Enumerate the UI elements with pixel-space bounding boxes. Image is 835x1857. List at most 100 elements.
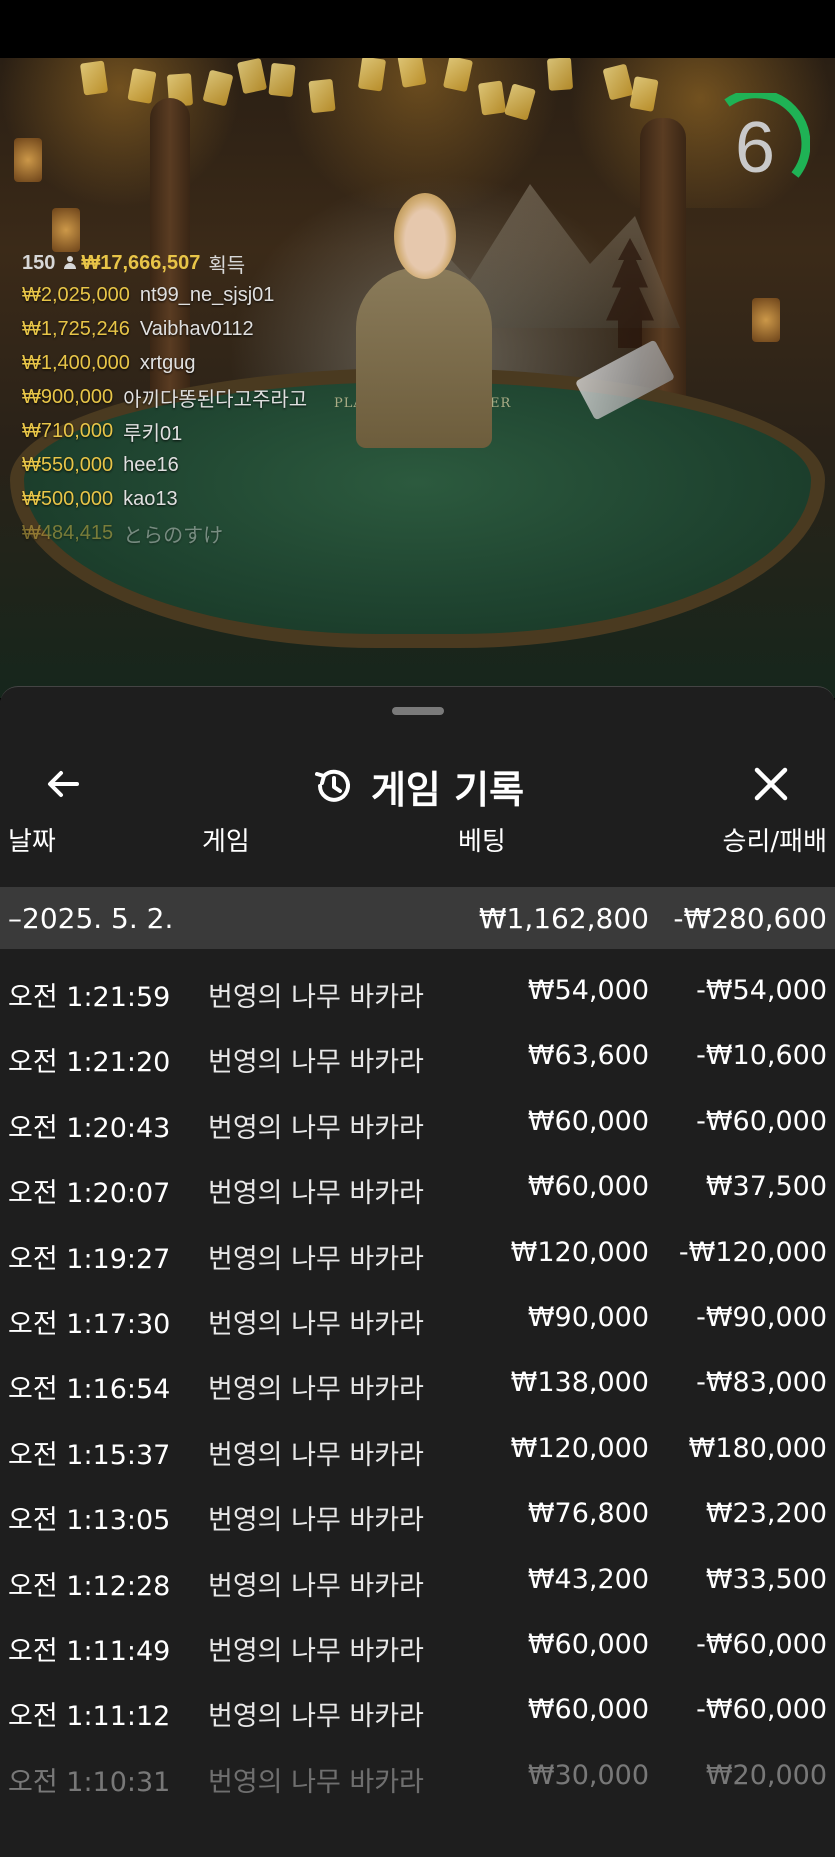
winner-amount: ₩1,400,000 <box>22 351 130 374</box>
winner-nick: Vaibhav0112 <box>139 317 254 340</box>
row-bet: ₩60,000 <box>527 1105 649 1137</box>
winner-nick: kao13 <box>123 487 178 510</box>
winner-row: ₩1,725,246 Vaibhav0112 <box>22 312 422 346</box>
gold-card-decoration <box>308 78 336 114</box>
history-row[interactable]: 오전 1:20:43 번영의 나무 바카라 ₩60,000 -₩60,000 <box>0 1088 835 1153</box>
row-result: -₩54,000 <box>696 975 827 1006</box>
row-time: 오전 1:20:07 <box>8 1178 171 1210</box>
row-bet: ₩120,000 <box>510 1236 649 1268</box>
winner-count: 150 <box>22 251 56 274</box>
row-result: -₩60,000 <box>696 1105 827 1137</box>
row-time: 오전 1:21:20 <box>8 1047 171 1079</box>
history-icon <box>314 769 350 802</box>
winner-nick: とらのすけ <box>123 524 224 547</box>
row-game: 번영의 나무 바카라 <box>208 1439 424 1471</box>
column-header-date: 날짜 <box>8 827 56 857</box>
winners-total: ₩17,666,507 <box>81 251 201 274</box>
row-bet: ₩120,000 <box>510 1432 649 1464</box>
winner-row: ₩900,000 아끼다똥된다고주라고 <box>22 380 422 414</box>
gold-card-decoration <box>268 62 296 98</box>
row-bet: ₩60,000 <box>527 1694 649 1726</box>
winner-row: ₩550,000 hee16 <box>22 448 422 482</box>
row-game: 번영의 나무 바카라 <box>208 1766 424 1798</box>
history-row[interactable]: 오전 1:19:27 번영의 나무 바카라 ₩120,000 -₩120,000 <box>0 1219 835 1284</box>
column-header-result: 승리/패배 <box>722 827 827 857</box>
row-time: 오전 1:13:05 <box>8 1505 171 1537</box>
countdown-timer: 6 <box>700 89 811 203</box>
winner-nick: 아끼다똥된다고주라고 <box>123 388 308 411</box>
row-time: 오전 1:10:31 <box>8 1766 171 1798</box>
row-game: 번영의 나무 바카라 <box>208 1505 424 1537</box>
status-bar <box>0 0 835 58</box>
date-group-row[interactable]: –2025. 5. 2. ₩1,162,800 -₩280,600 <box>0 887 835 949</box>
column-header-bet: 베팅 <box>458 827 506 857</box>
row-result: ₩33,500 <box>705 1563 827 1595</box>
winner-nick: nt99_ne_sjsj01 <box>139 283 275 306</box>
history-row[interactable]: 오전 1:13:05 번영의 나무 바카라 ₩76,800 ₩23,200 <box>0 1480 835 1545</box>
row-game: 번영의 나무 바카라 <box>208 1308 424 1340</box>
row-time: 오전 1:12:28 <box>8 1570 171 1602</box>
row-bet: ₩76,800 <box>527 1498 649 1530</box>
winner-row: ₩2,025,000 nt99_ne_sjsj01 <box>22 278 422 312</box>
row-result: -₩90,000 <box>696 1301 827 1333</box>
row-result: ₩23,200 <box>705 1498 827 1530</box>
lantern <box>52 208 80 252</box>
row-game: 번영의 나무 바카라 <box>208 1243 424 1275</box>
history-row[interactable]: 오전 1:21:20 번영의 나무 바카라 ₩63,600 -₩10,600 <box>0 1022 835 1087</box>
row-bet: ₩90,000 <box>527 1301 649 1333</box>
timer-value: 6 <box>734 108 776 188</box>
person-icon <box>63 256 77 270</box>
group-bet-total: ₩1,162,800 <box>478 902 649 935</box>
close-icon <box>754 767 788 801</box>
winner-nick: xrtgug <box>139 351 196 374</box>
drag-handle[interactable] <box>392 707 444 715</box>
row-bet: ₩60,000 <box>527 1171 649 1203</box>
row-bet: ₩54,000 <box>527 975 649 1006</box>
won-label: 획득 <box>208 254 246 277</box>
row-time: 오전 1:19:27 <box>8 1243 171 1275</box>
row-result: -₩10,600 <box>696 1040 827 1072</box>
winner-nick: 루키01 <box>123 422 183 445</box>
winner-amount: ₩900,000 <box>22 385 114 408</box>
close-button[interactable] <box>746 759 796 809</box>
row-time: 오전 1:17:30 <box>8 1308 171 1340</box>
winner-amount: ₩2,025,000 <box>22 283 130 306</box>
history-row[interactable]: 오전 1:10:31 번영의 나무 바카라 ₩30,000 ₩20,000 <box>0 1742 835 1807</box>
row-result: ₩180,000 <box>688 1432 827 1464</box>
row-game: 번영의 나무 바카라 <box>208 1635 424 1667</box>
row-time: 오전 1:20:43 <box>8 1112 171 1144</box>
row-bet: ₩43,200 <box>527 1563 649 1595</box>
winner-row: ₩500,000 kao13 <box>22 482 422 516</box>
row-game: 번영의 나무 바카라 <box>208 1570 424 1602</box>
row-time: 오전 1:15:37 <box>8 1439 171 1471</box>
column-headers: 날짜 게임 베팅 승리/패배 <box>0 807 835 867</box>
history-row[interactable]: 오전 1:21:59 번영의 나무 바카라 ₩54,000 -₩54,000 <box>0 957 835 1022</box>
history-row[interactable]: 오전 1:11:49 번영의 나무 바카라 ₩60,000 -₩60,000 <box>0 1611 835 1676</box>
row-game: 번영의 나무 바카라 <box>208 1374 424 1406</box>
winner-row: ₩1,400,000 xrtgug <box>22 346 422 380</box>
row-game: 번영의 나무 바카라 <box>208 982 424 1013</box>
winners-list: 150 ₩17,666,507 획득 ₩2,025,000 nt99_ne_sjs… <box>22 248 422 550</box>
history-row[interactable]: 오전 1:11:12 번영의 나무 바카라 ₩60,000 -₩60,000 <box>0 1676 835 1741</box>
row-time: 오전 1:11:49 <box>8 1635 171 1667</box>
winner-amount: ₩550,000 <box>22 453 114 476</box>
winner-row: ₩710,000 루키01 <box>22 414 422 448</box>
history-row[interactable]: 오전 1:20:07 번영의 나무 바카라 ₩60,000 ₩37,500 <box>0 1153 835 1218</box>
history-row[interactable]: 오전 1:16:54 번영의 나무 바카라 ₩138,000 -₩83,000 <box>0 1349 835 1414</box>
history-row[interactable]: 오전 1:15:37 번영의 나무 바카라 ₩120,000 ₩180,000 <box>0 1415 835 1480</box>
gold-card-decoration <box>397 58 427 88</box>
lantern <box>14 138 42 182</box>
row-time: 오전 1:16:54 <box>8 1374 171 1406</box>
winner-nick: hee16 <box>123 453 179 476</box>
live-video[interactable]: PLAYER BANKER 6 150 ₩17,666,507 획득 ₩2,02… <box>0 58 835 698</box>
row-game: 번영의 나무 바카라 <box>208 1112 424 1144</box>
row-bet: ₩138,000 <box>510 1367 649 1399</box>
history-list: 오전 1:21:59 번영의 나무 바카라 ₩54,000 -₩54,000 오전 1… <box>0 957 835 1807</box>
row-result: ₩37,500 <box>705 1171 827 1203</box>
game-history-sheet: 게임 기록 날짜 게임 베팅 승리/패배 –2025. 5. 2. ₩1,162… <box>0 686 835 1857</box>
gold-card-decoration <box>357 58 387 92</box>
winner-amount: ₩500,000 <box>22 487 114 510</box>
history-row[interactable]: 오전 1:17:30 번영의 나무 바카라 ₩90,000 -₩90,000 <box>0 1284 835 1349</box>
column-header-game: 게임 <box>202 827 250 857</box>
history-row[interactable]: 오전 1:12:28 번영의 나무 바카라 ₩43,200 ₩33,500 <box>0 1546 835 1611</box>
